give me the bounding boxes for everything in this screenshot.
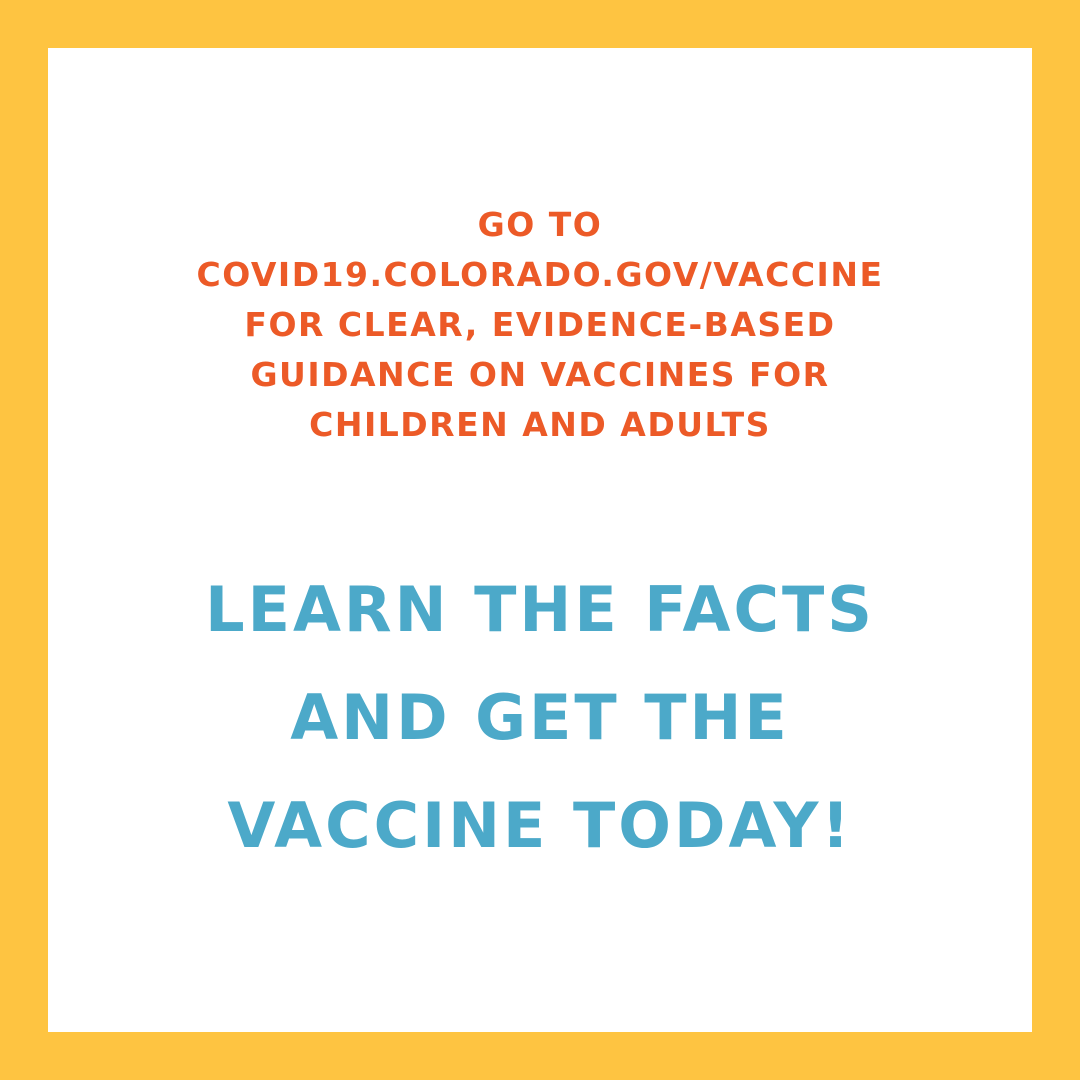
yellow-border-frame: GO TO COVID19.COLORADO.GOV/VACCINE FOR C… — [0, 0, 1080, 1080]
info-line-clear-guidance: FOR CLEAR, EVIDENCE-BASED — [244, 305, 836, 344]
headline-block: LEARN THE FACTS AND GET THE VACCINE TODA… — [48, 556, 1032, 880]
info-line-go-to: GO TO — [477, 205, 603, 244]
info-line-url: COVID19.COLORADO.GOV/VACCINE — [196, 255, 884, 294]
white-content-panel: GO TO COVID19.COLORADO.GOV/VACCINE FOR C… — [48, 48, 1032, 1032]
headline-line-vaccine-today: VACCINE TODAY! — [227, 789, 853, 862]
headline-line-get-the: AND GET THE — [290, 681, 790, 754]
info-line-children-adults: CHILDREN AND ADULTS — [309, 405, 771, 444]
headline-line-learn-facts: LEARN THE FACTS — [205, 573, 875, 646]
info-text-block: GO TO COVID19.COLORADO.GOV/VACCINE FOR C… — [48, 200, 1032, 450]
info-line-vaccines-for: GUIDANCE ON VACCINES FOR — [250, 355, 830, 394]
